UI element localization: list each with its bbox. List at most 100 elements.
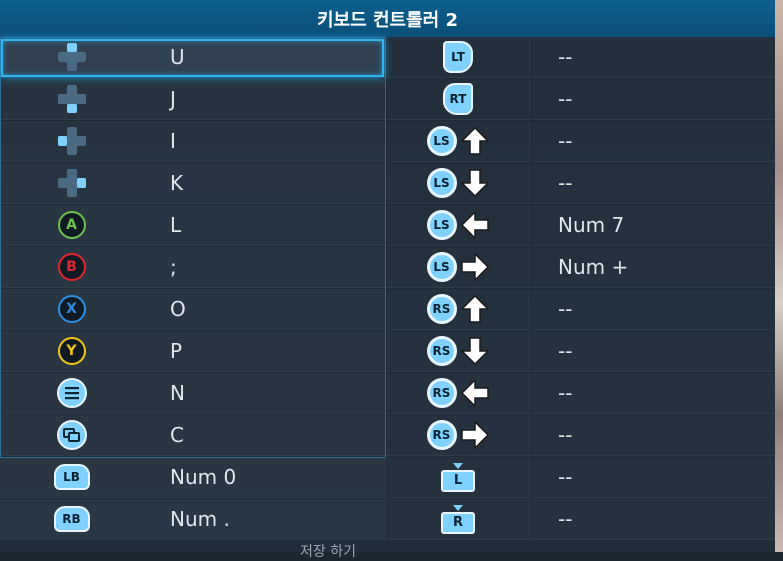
- stick-badge: RS: [426, 336, 457, 366]
- view-icon: [56, 420, 87, 450]
- ls-up-icon: LS: [387, 121, 530, 162]
- rs-right-icon: RS: [387, 415, 530, 456]
- table-row: K LS --: [0, 163, 775, 205]
- key-binding-button[interactable]: --: [531, 415, 775, 456]
- dpad-right-icon: [0, 163, 143, 204]
- dpad-left-icon: [0, 121, 143, 162]
- lt-trigger-icon: LT: [387, 37, 530, 78]
- key-label: --: [558, 297, 573, 321]
- key-label: --: [558, 465, 573, 489]
- key-binding-button[interactable]: Num .: [143, 499, 386, 540]
- dpad-up-icon: [0, 37, 143, 78]
- table-row: U LT --: [0, 37, 775, 79]
- arrow-up-icon: [459, 126, 490, 155]
- key-label: Num 0: [170, 465, 237, 489]
- arrow-up-icon: [459, 294, 490, 323]
- face-button-label: B: [57, 253, 86, 281]
- save-button[interactable]: 저장 하기: [300, 541, 356, 561]
- lb-bumper-icon: LB: [0, 457, 143, 498]
- key-label: Num +: [558, 255, 629, 279]
- key-binding-button[interactable]: --: [531, 457, 775, 498]
- key-binding-button[interactable]: --: [531, 79, 775, 120]
- key-binding-button[interactable]: K: [143, 163, 386, 204]
- rs-up-icon: RS: [387, 289, 530, 330]
- key-binding-button[interactable]: I: [143, 121, 386, 162]
- key-binding-button[interactable]: U: [143, 37, 386, 78]
- key-label: --: [558, 381, 573, 405]
- key-binding-button[interactable]: --: [531, 373, 775, 414]
- rt-trigger-icon: RT: [387, 79, 530, 120]
- key-binding-button[interactable]: --: [531, 121, 775, 162]
- key-binding-button[interactable]: --: [531, 331, 775, 372]
- key-label: N: [170, 381, 185, 405]
- stick-badge: RS: [426, 420, 457, 450]
- arrow-right-icon: [460, 252, 489, 282]
- menu-icon: [56, 378, 87, 408]
- table-row: Y P RS --: [0, 331, 775, 373]
- key-label: K: [170, 171, 184, 195]
- key-label: Num 7: [558, 213, 625, 237]
- key-label: Num .: [170, 507, 230, 531]
- table-row: LB Num 0 L --: [0, 457, 775, 499]
- face-button-label: A: [57, 211, 86, 239]
- key-binding-button[interactable]: P: [143, 331, 386, 372]
- arrow-left-icon: [460, 378, 489, 408]
- table-row: A L LS Num 7: [0, 205, 775, 247]
- stick-badge: LS: [426, 126, 457, 156]
- stick-badge: RS: [426, 378, 457, 408]
- arrow-right-icon: [460, 420, 489, 450]
- background-strip: [775, 0, 783, 552]
- table-row: X O RS --: [0, 289, 775, 331]
- key-binding-button[interactable]: --: [531, 163, 775, 204]
- ls-left-icon: LS: [387, 205, 530, 246]
- key-label: --: [558, 507, 573, 531]
- view-button-icon: [0, 415, 143, 456]
- key-binding-button[interactable]: O: [143, 289, 386, 330]
- key-label: --: [558, 87, 573, 111]
- face-button-label: X: [57, 295, 86, 323]
- key-binding-button[interactable]: C: [143, 415, 386, 456]
- trigger-badge: RT: [443, 83, 473, 115]
- table-row: I LS --: [0, 121, 775, 163]
- a-button-icon: A: [0, 205, 143, 246]
- clickpad-badge: R: [441, 504, 475, 534]
- key-binding-button[interactable]: N: [143, 373, 386, 414]
- face-button-label: Y: [57, 337, 86, 365]
- dpad-down-icon: [0, 79, 143, 120]
- arrow-left-icon: [460, 210, 489, 240]
- clickpad-label: R: [441, 511, 475, 534]
- stick-badge: LS: [426, 168, 457, 198]
- key-binding-button[interactable]: L: [143, 205, 386, 246]
- key-binding-button[interactable]: --: [531, 289, 775, 330]
- key-binding-button[interactable]: Num 7: [531, 205, 775, 246]
- key-label: C: [170, 423, 184, 447]
- stick-badge: RS: [426, 294, 457, 324]
- stick-badge: LS: [426, 210, 457, 240]
- key-label: L: [170, 213, 182, 237]
- key-label: J: [170, 87, 176, 111]
- menu-button-icon: [0, 373, 143, 414]
- table-row: J RT --: [0, 79, 775, 121]
- key-label: U: [170, 45, 185, 69]
- key-label: --: [558, 339, 573, 363]
- key-binding-button[interactable]: J: [143, 79, 386, 120]
- x-button-icon: X: [0, 289, 143, 330]
- clickpad-badge: L: [441, 462, 475, 492]
- key-binding-button[interactable]: Num 0: [143, 457, 386, 498]
- table-row: N RS --: [0, 373, 775, 415]
- ls-right-icon: LS: [387, 247, 530, 288]
- table-row: RB Num . R --: [0, 499, 775, 541]
- key-binding-button[interactable]: --: [531, 499, 775, 540]
- key-label: I: [170, 129, 176, 153]
- table-row: C RS --: [0, 415, 775, 457]
- b-button-icon: B: [0, 247, 143, 288]
- l-clickpad-icon: L: [387, 457, 530, 498]
- key-binding-button[interactable]: --: [531, 37, 775, 78]
- mapping-grid: U LT -- J RT -- I LS -- K LS -- A L LS N…: [0, 37, 775, 541]
- key-binding-button[interactable]: Num +: [531, 247, 775, 288]
- arrow-down-icon: [459, 337, 490, 366]
- key-label: ;: [170, 255, 177, 279]
- key-binding-button[interactable]: ;: [143, 247, 386, 288]
- key-label: --: [558, 423, 573, 447]
- y-button-icon: Y: [0, 331, 143, 372]
